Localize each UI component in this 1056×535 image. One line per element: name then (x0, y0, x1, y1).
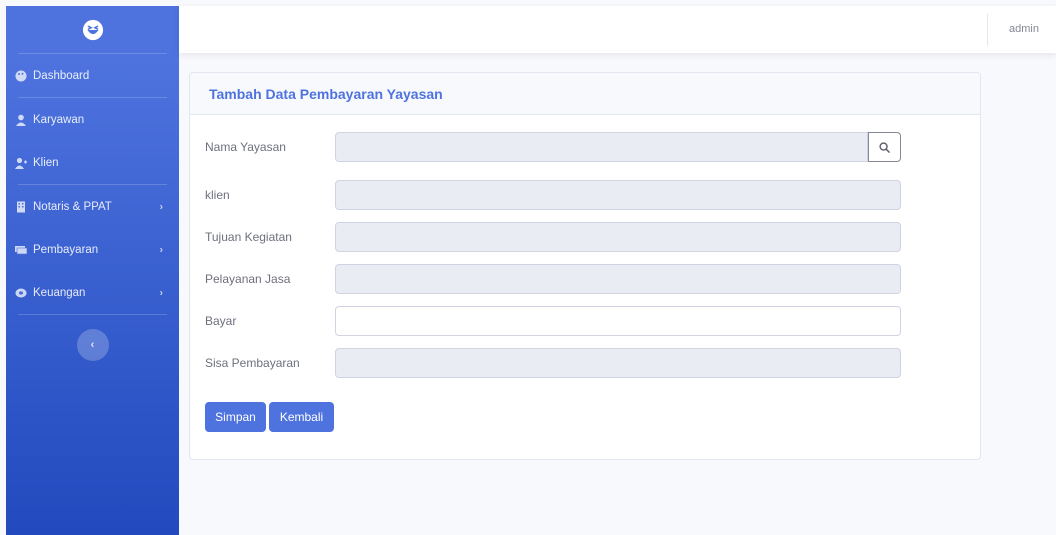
palette-icon (15, 70, 27, 81)
page-title: Tambah Data Pembayaran Yayasan (209, 85, 443, 102)
laughing-face-icon (82, 19, 103, 40)
brand-logo[interactable] (6, 6, 179, 53)
sidebar-item-dashboard[interactable]: Dashboard (6, 54, 179, 97)
sidebar-item-label: Klien (33, 156, 59, 169)
bayar-label: Bayar (205, 314, 237, 328)
money-icon (15, 245, 27, 254)
sidebar-toggle-wrapper: ‹ (6, 315, 179, 361)
nama-yayasan-label: Nama Yayasan (205, 140, 286, 154)
sidebar-item-pembayaran[interactable]: Pembayaran › (6, 228, 179, 271)
form-row-bayar: Bayar (205, 306, 902, 336)
chevron-left-icon: ‹ (90, 339, 95, 351)
form-row-klien: klien (205, 180, 902, 210)
form-row-tujuan-kegiatan: Tujuan Kegiatan (205, 222, 902, 252)
sidebar-toggle-button[interactable]: ‹ (76, 329, 109, 361)
sisa-pembayaran-label: Sisa Pembayaran (205, 356, 300, 370)
topbar: admin (179, 6, 1056, 53)
coins-icon (15, 288, 27, 297)
form-row-nama-yayasan: Nama Yayasan (205, 132, 902, 162)
tujuan-kegiatan-input[interactable] (335, 222, 901, 252)
klien-label: klien (205, 188, 230, 202)
card-header: Tambah Data Pembayaran Yayasan (190, 73, 980, 115)
chevron-right-icon: › (159, 244, 163, 255)
form-row-sisa-pembayaran: Sisa Pembayaran (205, 348, 902, 378)
sidebar-item-label: Karyawan (33, 113, 85, 126)
sidebar-item-label: Keuangan (33, 286, 86, 299)
form-row-pelayanan-jasa: Pelayanan Jasa (205, 264, 902, 294)
back-button[interactable]: Kembali (269, 402, 334, 432)
chevron-right-icon: › (159, 287, 163, 298)
tujuan-kegiatan-label: Tujuan Kegiatan (205, 230, 292, 244)
sidebar-item-notaris[interactable]: Notaris & PPAT › (6, 185, 179, 228)
sidebar-item-label: Pembayaran (33, 243, 99, 256)
bayar-input[interactable] (335, 306, 901, 336)
sidebar-item-keuangan[interactable]: Keuangan › (6, 271, 179, 314)
pelayanan-jasa-input[interactable] (335, 264, 901, 294)
topbar-divider (987, 14, 988, 46)
search-button[interactable] (868, 132, 901, 162)
user-menu[interactable]: admin (1009, 23, 1039, 35)
sidebar-item-label: Dashboard (33, 69, 90, 82)
save-button[interactable]: Simpan (205, 402, 266, 432)
user-icon (16, 114, 26, 126)
sisa-pembayaran-input[interactable] (335, 348, 901, 378)
sidebar: Dashboard Karyawan Klien Notaris & PPAT … (6, 6, 179, 535)
search-icon (879, 141, 890, 153)
pelayanan-jasa-label: Pelayanan Jasa (205, 272, 291, 286)
chevron-right-icon: › (159, 201, 163, 212)
building-icon (17, 201, 25, 212)
klien-input[interactable] (335, 180, 901, 210)
sidebar-item-karyawan[interactable]: Karyawan (6, 98, 179, 141)
sidebar-item-label: Notaris & PPAT (33, 200, 112, 213)
nama-yayasan-input[interactable] (335, 132, 868, 162)
user-plus-icon (15, 157, 27, 169)
sidebar-item-klien[interactable]: Klien (6, 141, 179, 184)
form-card: Tambah Data Pembayaran Yayasan Nama Yaya… (189, 72, 981, 460)
